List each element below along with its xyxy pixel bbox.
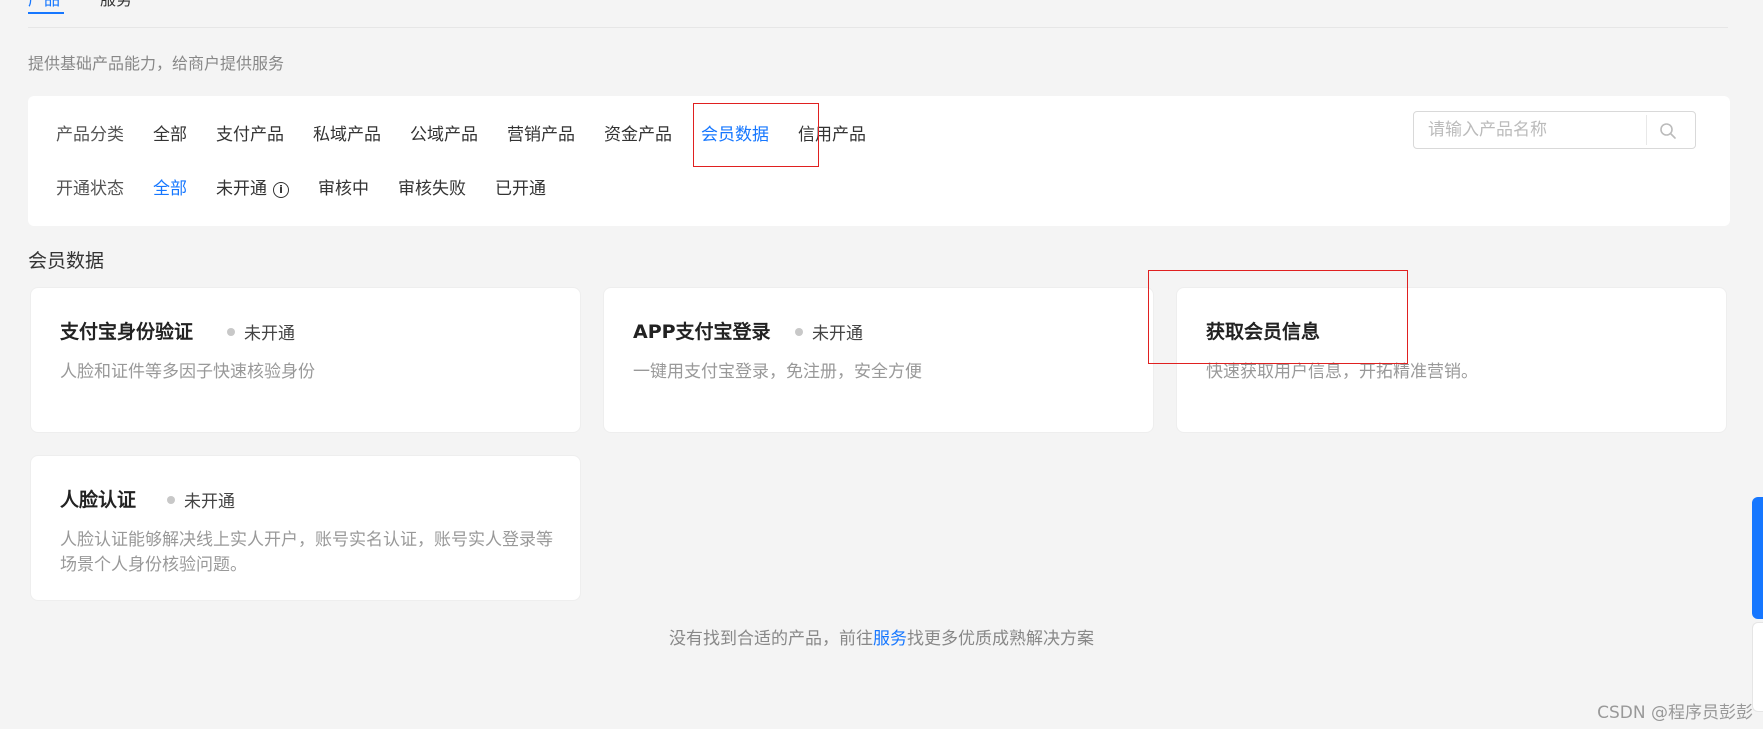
search-box bbox=[1413, 111, 1696, 149]
status-option-not-enabled[interactable]: 未开通 i bbox=[216, 174, 289, 199]
category-filter-row: 产品分类 全部 支付产品 私域产品 公域产品 营销产品 资金产品 会员数据 信用… bbox=[56, 118, 895, 146]
product-card-face-auth[interactable]: 人脸认证 未开通 人脸认证能够解决线上实人开户，账号实名认证，账号实人登录等场景… bbox=[30, 455, 581, 601]
footer-text-before: 没有找到合适的产品，前往 bbox=[669, 629, 873, 649]
category-option-marketing[interactable]: 营销产品 bbox=[507, 120, 575, 145]
category-filter-label: 产品分类 bbox=[56, 124, 124, 145]
status-filter-row: 开通状态 全部 未开通 i 审核中 审核失败 已开通 bbox=[56, 172, 575, 200]
tab-products[interactable]: 产品 bbox=[28, 0, 64, 14]
watermark: CSDN @程序员彭彭 bbox=[1597, 703, 1753, 723]
category-option-all[interactable]: 全部 bbox=[153, 120, 187, 145]
product-card-app-alipay-login[interactable]: APP支付宝登录 未开通 一键用支付宝登录，免注册，安全方便 bbox=[603, 287, 1154, 433]
product-card-member-info[interactable]: 获取会员信息 快速获取用户信息，开拓精准营销。 bbox=[1176, 287, 1727, 433]
footer-note: 没有找到合适的产品，前往服务找更多优质成熟解决方案 bbox=[0, 624, 1763, 649]
card-description: 一键用支付宝登录，免注册，安全方便 bbox=[633, 362, 922, 382]
tab-products-label: 产品 bbox=[28, 0, 60, 9]
category-option-credit[interactable]: 信用产品 bbox=[798, 120, 866, 145]
status-option-reviewing[interactable]: 审核中 bbox=[318, 174, 369, 199]
card-title: APP支付宝登录 bbox=[633, 321, 771, 343]
side-float-tab[interactable] bbox=[1752, 497, 1763, 619]
status-option-enabled[interactable]: 已开通 bbox=[495, 174, 546, 199]
card-status: 未开通 bbox=[227, 319, 295, 344]
status-option-review-failed[interactable]: 审核失败 bbox=[398, 174, 466, 199]
category-option-public[interactable]: 公域产品 bbox=[410, 120, 478, 145]
status-dot-icon bbox=[795, 327, 803, 336]
tab-services-label: 服务 bbox=[100, 0, 132, 9]
status-dot-icon bbox=[227, 327, 235, 336]
status-filter-label: 开通状态 bbox=[56, 178, 124, 199]
tab-services[interactable]: 服务 bbox=[100, 0, 132, 12]
page-intro: 提供基础产品能力，给商户提供服务 bbox=[28, 54, 285, 73]
card-title: 获取会员信息 bbox=[1206, 321, 1321, 343]
status-option-not-enabled-label: 未开通 bbox=[216, 178, 267, 199]
footer-services-link[interactable]: 服务 bbox=[873, 629, 907, 649]
card-status-label: 未开通 bbox=[244, 324, 295, 344]
page: 产品 服务 提供基础产品能力，给商户提供服务 产品分类 全部 支付产品 私域产品… bbox=[0, 0, 1763, 729]
status-option-all[interactable]: 全部 bbox=[153, 174, 187, 199]
category-option-payment[interactable]: 支付产品 bbox=[216, 120, 284, 145]
category-option-private[interactable]: 私域产品 bbox=[313, 120, 381, 145]
filter-panel: 产品分类 全部 支付产品 私域产品 公域产品 营销产品 资金产品 会员数据 信用… bbox=[28, 96, 1730, 226]
card-title: 支付宝身份验证 bbox=[60, 321, 194, 343]
card-description: 人脸和证件等多因子快速核验身份 bbox=[60, 362, 315, 382]
card-status: 未开通 bbox=[795, 319, 863, 344]
search-divider bbox=[1646, 115, 1647, 145]
status-dot-icon bbox=[167, 495, 175, 504]
category-option-funds[interactable]: 资金产品 bbox=[604, 120, 672, 145]
product-card-alipay-identity[interactable]: 支付宝身份验证 未开通 人脸和证件等多因子快速核验身份 bbox=[30, 287, 581, 433]
search-input[interactable] bbox=[1414, 112, 1644, 148]
category-option-member-data[interactable]: 会员数据 bbox=[701, 120, 769, 145]
info-icon[interactable]: i bbox=[273, 181, 289, 198]
card-status-label: 未开通 bbox=[812, 324, 863, 344]
card-title: 人脸认证 bbox=[60, 489, 137, 511]
card-status-label: 未开通 bbox=[184, 492, 235, 512]
section-title: 会员数据 bbox=[28, 250, 105, 272]
active-tab-underline bbox=[28, 12, 64, 14]
card-description: 人脸认证能够解决线上实人开户，账号实名认证，账号实人登录等场景个人身份核验问题。 bbox=[60, 530, 553, 575]
search-icon[interactable] bbox=[1659, 122, 1677, 140]
top-tabs: 产品 服务 bbox=[28, 0, 1728, 28]
card-description: 快速获取用户信息，开拓精准营销。 bbox=[1206, 362, 1478, 382]
card-status: 未开通 bbox=[167, 487, 235, 512]
footer-text-after: 找更多优质成熟解决方案 bbox=[907, 629, 1094, 649]
side-float-tab-secondary[interactable] bbox=[1752, 622, 1763, 712]
